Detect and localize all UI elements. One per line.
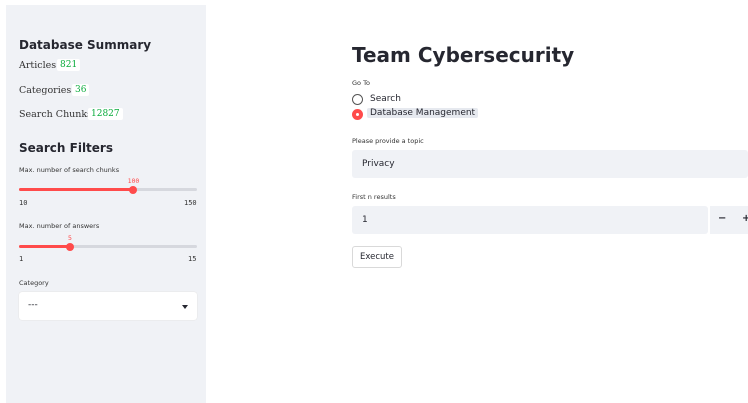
answers-slider-value: 5 <box>67 234 72 242</box>
radio-selected-icon[interactable] <box>352 109 363 120</box>
radio-label-database-management[interactable]: Database Management <box>367 108 479 118</box>
answers-slider-fill <box>19 245 70 248</box>
first-n-label: First n results <box>352 193 396 201</box>
chunks-slider-max: 150 <box>184 199 197 207</box>
search-chunks-label: Search Chunks: <box>19 109 96 120</box>
sidebar: Database Summary Articles: 821 Categorie… <box>6 5 206 403</box>
categories-value: 36 <box>72 84 90 96</box>
answers-slider-max: 15 <box>188 255 197 263</box>
chunks-slider[interactable]: 100 <box>19 177 197 194</box>
topic-label: Please provide a topic <box>352 137 424 145</box>
goto-label: Go To <box>352 79 370 87</box>
page-title: Team Cybersecurity <box>352 43 575 67</box>
category-selected-value: --- <box>28 300 38 310</box>
first-n-stepper[interactable]: − + <box>710 206 748 234</box>
radio-icon[interactable] <box>352 94 363 105</box>
radio-label-search[interactable]: Search <box>370 94 401 104</box>
articles-label: Articles: <box>19 60 60 71</box>
categories-label: Categories: <box>19 85 75 96</box>
chunks-slider-min: 10 <box>19 199 28 207</box>
plus-icon[interactable]: + <box>742 213 748 224</box>
chunks-slider-thumb[interactable] <box>129 185 138 194</box>
articles-value: 821 <box>57 59 81 71</box>
chevron-down-icon <box>182 305 188 309</box>
chunks-slider-value: 100 <box>127 177 140 185</box>
answers-slider-label: Max. number of answers <box>19 222 100 230</box>
answers-slider[interactable]: 5 <box>19 234 197 251</box>
topic-input[interactable]: Privacy <box>352 150 748 178</box>
first-n-input-value: 1 <box>362 215 368 225</box>
execute-button[interactable]: Execute <box>352 246 402 268</box>
chunks-slider-label: Max. number of search chunks <box>19 166 120 174</box>
category-select[interactable]: --- <box>19 292 197 320</box>
database-summary-heading: Database Summary <box>19 38 152 52</box>
search-filters-heading: Search Filters <box>19 141 113 155</box>
minus-icon[interactable]: − <box>718 213 726 224</box>
first-n-input[interactable]: 1 <box>352 206 708 234</box>
answers-slider-min: 1 <box>19 255 24 263</box>
search-chunks-value: 12827 <box>88 108 123 120</box>
answers-slider-thumb[interactable] <box>65 242 74 251</box>
topic-input-value: Privacy <box>362 159 395 169</box>
category-label: Category <box>19 279 49 287</box>
chunks-slider-fill <box>19 188 134 191</box>
